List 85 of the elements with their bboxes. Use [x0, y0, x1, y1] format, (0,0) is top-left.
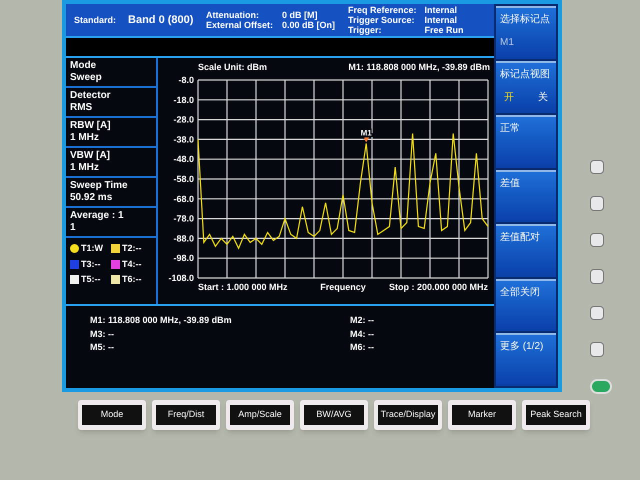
softkey-label: 全部关闭 [500, 286, 541, 300]
softkey-label: 正常 [500, 122, 521, 136]
side-key-icon [590, 160, 604, 174]
field-label: External Offset: [206, 20, 274, 30]
field-value: 0.00 dB [On] [282, 20, 336, 30]
side-key-icon [590, 342, 604, 357]
softkey-label: 选择标记点 [500, 12, 551, 27]
scale-unit-label: Scale Unit: dBm [198, 60, 268, 74]
softkey-button[interactable]: 标记点视图 开 关 [496, 60, 556, 114]
marker-entry: M6: -- [350, 341, 374, 354]
side-key-icon [590, 306, 604, 320]
trace-label: T6:-- [122, 273, 142, 286]
softkey-button[interactable]: 全部关闭 [496, 278, 556, 332]
softkey-label: 标记点视图 [500, 68, 551, 82]
marker-entry: M1: 118.808 000 MHz, -39.89 dBm [90, 314, 233, 327]
axis-tick-label: -8.0 [178, 75, 194, 85]
setting-value: 50.92 ms [70, 192, 114, 204]
setting-label: RBW [A] [70, 120, 112, 132]
axis-tick-label: -68.0 [173, 194, 194, 204]
trace-label: T5:-- [81, 273, 100, 286]
softkey-label: 差值配对 [500, 230, 541, 246]
axis-tick-label: -108.0 [168, 273, 194, 283]
trace-label: T3:-- [81, 258, 100, 270]
field-value: Internal [424, 5, 458, 15]
field-label: Trigger: [348, 25, 383, 35]
field-label: Freq Reference: [348, 5, 417, 15]
marker-entry: M3: -- [90, 328, 115, 340]
field-value: Band 0 (800) [128, 15, 194, 25]
softkey-value: M1 [500, 36, 515, 50]
setting-label: VBW [A] [70, 150, 111, 162]
field-value: Free Run [424, 25, 464, 35]
field-value: 0 dB [M] [282, 10, 318, 20]
axis-tick-label: -58.0 [173, 174, 194, 184]
softkey-button[interactable]: 更多 (1/2) [496, 333, 556, 386]
softkey-label: 差值 [500, 176, 521, 191]
side-key-icon [590, 196, 604, 211]
softkey-button[interactable]: 差值配对 [496, 224, 556, 277]
marker-entry: M5: -- [90, 341, 115, 354]
setting-value: 1 MHz [70, 162, 100, 174]
axis-tick-label: -48.0 [173, 154, 194, 164]
setting-value: 1 [70, 222, 77, 234]
hardware-key[interactable]: Freq/Dist [152, 400, 220, 430]
setting-label: Detector [70, 90, 112, 102]
hardware-key[interactable]: Trace/Display [374, 400, 442, 430]
trace-label: T1:W [81, 242, 103, 255]
softkey-button[interactable]: 差值 [496, 170, 556, 222]
field-label: Attenuation: [206, 10, 260, 20]
side-key-icon [590, 269, 604, 284]
axis-tick-label: -98.0 [173, 253, 194, 264]
softkey-button[interactable]: 选择标记点 M1 [496, 6, 556, 59]
hardware-key[interactable]: BW/AVG [300, 400, 368, 430]
hardware-key[interactable]: Amp/Scale [226, 400, 294, 430]
field-label: Standard: [74, 15, 116, 25]
field-value: Internal [424, 15, 458, 25]
marker-triangle-icon [363, 137, 370, 142]
start-frequency: Start : 1.000 000 MHz [198, 282, 288, 292]
toggle-option: 开 [504, 90, 514, 105]
marker-entry: M4: -- [350, 328, 374, 340]
softkey-label: 更多 (1/2) [500, 340, 544, 354]
marker-entry: M2: -- [350, 314, 374, 327]
setting-label: Average : 1 [70, 210, 125, 222]
hardware-key[interactable]: Marker [448, 400, 516, 430]
softkey-button[interactable]: 正常 [496, 115, 556, 168]
axis-tick-label: -28.0 [173, 114, 194, 125]
axis-tick-label: -18.0 [173, 94, 194, 105]
axis-tick-label: -38.0 [173, 134, 194, 144]
trace-label: T4:-- [122, 258, 142, 270]
marker-readout: M1: 118.808 000 MHz, -39.89 dBm [348, 60, 490, 74]
setting-value: Sweep [70, 72, 103, 84]
field-label: Trigger Source: [348, 15, 416, 25]
setting-label: Sweep Time [70, 180, 129, 192]
power-button-icon [590, 378, 612, 394]
toggle-option: 关 [538, 90, 548, 105]
stop-frequency: Stop : 200.000 000 MHz [388, 282, 488, 292]
setting-value: 1 MHz [70, 132, 100, 144]
marker-label: M1 [360, 128, 372, 138]
axis-tick-label: -88.0 [173, 233, 194, 244]
axis-label: Frequency [320, 282, 366, 292]
setting-label: Mode [70, 60, 98, 72]
hardware-key[interactable]: Mode [78, 400, 146, 430]
hardware-key[interactable]: Peak Search [522, 400, 590, 430]
axis-tick-label: -78.0 [173, 214, 194, 224]
setting-value: RMS [70, 102, 94, 114]
trace-label: T2:-- [122, 242, 142, 255]
side-key-icon [590, 232, 604, 248]
